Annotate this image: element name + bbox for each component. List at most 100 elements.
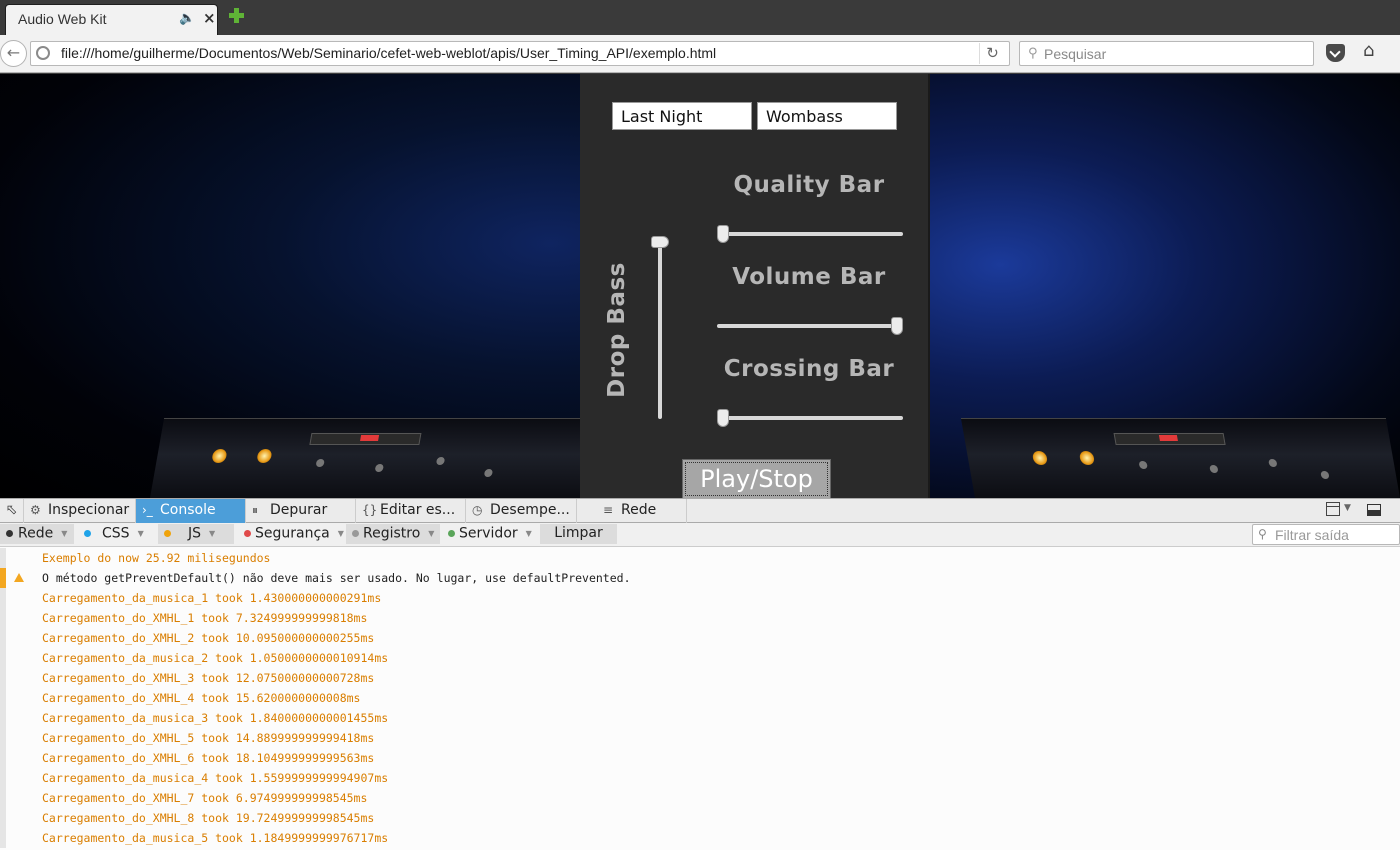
search-input[interactable]: [1044, 44, 1304, 63]
console-filter-bar: Rede ▼ CSS ▼ JS ▼ Segurança ▼ Registro ▼ Serv…: [0, 523, 1400, 547]
console-message-text: Carregamento_da_musica_4 took 1.55999999…: [42, 771, 389, 785]
tab-label: Editar es...: [380, 502, 456, 518]
background-image-right: [930, 74, 1400, 498]
quality-slider[interactable]: [717, 225, 903, 243]
artist-input[interactable]: [757, 102, 897, 130]
chevron-down-icon[interactable]: ▼: [1344, 503, 1351, 513]
player-panel: Quality Bar Volume Bar Crossing Bar Drop…: [580, 74, 930, 498]
chevron-down-icon: ▼: [525, 529, 532, 538]
tab-network[interactable]: ≡ Rede: [577, 499, 687, 523]
drop-bass-slider[interactable]: [651, 236, 669, 419]
tab-performance[interactable]: ◷ Desempe...: [466, 499, 577, 523]
console-log-row: Carregamento_do_XMHL_2 took 10.095000000…: [0, 628, 1400, 648]
chevron-down-icon: ▼: [209, 529, 216, 538]
song-title-input[interactable]: [612, 102, 752, 130]
back-arrow-icon[interactable]: ←: [0, 40, 27, 67]
tab-console[interactable]: ›_ Console: [136, 499, 246, 523]
console-message-text: Carregamento_da_musica_3 took 1.84000000…: [42, 711, 389, 725]
clear-button[interactable]: Limpar: [540, 524, 617, 544]
console-message-text: Carregamento_do_XMHL_2 took 10.095000000…: [42, 631, 375, 645]
address-bar[interactable]: file:///home/guilherme/Documentos/Web/Se…: [30, 41, 1010, 66]
console-message-text: Carregamento_do_XMHL_5 took 14.889999999…: [42, 731, 375, 745]
console-message-text: Carregamento_do_XMHL_6 took 18.104999999…: [42, 751, 375, 765]
filter-label: CSS: [102, 525, 130, 542]
console-message-text: Exemplo do now 25.92 milisegundos: [42, 551, 271, 565]
dj-deck-image-right: [960, 418, 1400, 498]
drop-bass-slider-thumb[interactable]: [651, 236, 669, 248]
pocket-icon[interactable]: [1326, 44, 1345, 62]
net-dot-icon: [6, 530, 13, 537]
filter-output-input[interactable]: [1275, 526, 1397, 543]
tab-label: Console: [160, 502, 216, 518]
filter-logging[interactable]: Registro ▼: [346, 524, 440, 544]
volume-slider-thumb[interactable]: [891, 317, 903, 335]
console-log-row: Carregamento_da_musica_3 took 1.84000000…: [0, 708, 1400, 728]
tab-label: Inspecionar: [48, 502, 130, 518]
console-log-row: Carregamento_do_XMHL_6 took 18.104999999…: [0, 748, 1400, 768]
search-icon: ⚲: [1258, 527, 1267, 541]
chevron-down-icon: ▼: [337, 529, 344, 538]
speaker-icon[interactable]: 🔈: [179, 11, 195, 26]
console-message-text: Carregamento_do_XMHL_7 took 6.9749999999…: [42, 791, 368, 805]
filter-security[interactable]: Segurança ▼: [238, 524, 344, 544]
background-image-left: [0, 74, 595, 498]
dock-toggle-icon[interactable]: [1367, 504, 1381, 516]
volume-slider[interactable]: [717, 317, 903, 335]
tab-style-editor[interactable]: {} Editar es...: [356, 499, 466, 523]
console-message-text: Carregamento_da_musica_1 took 1.43000000…: [42, 591, 382, 605]
tab-strip: Audio Web Kit 🔈 ×: [0, 0, 1400, 35]
console-message-text: O método getPreventDefault() não deve ma…: [42, 571, 631, 585]
split-console-icon[interactable]: [1326, 502, 1340, 516]
tab-debugger[interactable]: ⏸ Depurar: [246, 499, 356, 523]
console-message-text: Carregamento_do_XMHL_8 took 19.724999999…: [42, 811, 375, 825]
filter-output-box[interactable]: ⚲: [1252, 524, 1400, 545]
home-icon[interactable]: ⌂: [1363, 40, 1374, 61]
tab-inspector[interactable]: ⚙ Inspecionar: [24, 499, 136, 523]
console-log-row: Carregamento_da_musica_5 took 1.18499999…: [0, 828, 1400, 848]
crossing-slider-thumb[interactable]: [717, 409, 729, 427]
filter-net[interactable]: Rede ▼: [0, 524, 74, 544]
page-content: Quality Bar Volume Bar Crossing Bar Drop…: [0, 74, 1400, 498]
element-picker-icon[interactable]: ⬁: [0, 499, 24, 523]
server-dot-icon: [448, 530, 455, 537]
quality-slider-thumb[interactable]: [717, 225, 729, 243]
close-tab-icon[interactable]: ×: [203, 9, 216, 27]
devtools-toolbar: ⬁ ⚙ Inspecionar ›_ Console ⏸ Depurar {} Edit…: [0, 498, 1400, 523]
filter-js[interactable]: JS ▼: [158, 524, 234, 544]
console-log-row: Carregamento_do_XMHL_4 took 15.620000000…: [0, 688, 1400, 708]
navigation-bar: ← file:///home/guilherme/Documentos/Web/…: [0, 35, 1400, 73]
volume-bar-label: Volume Bar: [732, 264, 886, 290]
reload-icon[interactable]: ↻: [979, 43, 1005, 64]
network-icon: ≡: [603, 503, 614, 517]
new-tab-plus-icon[interactable]: [228, 7, 246, 25]
chevron-down-icon: ▼: [137, 529, 144, 538]
js-dot-icon: [164, 530, 171, 537]
browser-tab[interactable]: Audio Web Kit 🔈 ×: [5, 4, 218, 35]
console-message-text: Carregamento_do_XMHL_3 took 12.075000000…: [42, 671, 375, 685]
tab-label: Depurar: [270, 502, 328, 518]
play-stop-button[interactable]: Play/Stop: [682, 459, 831, 498]
console-log-row: Carregamento_do_XMHL_8 took 19.724999999…: [0, 808, 1400, 828]
tab-title: Audio Web Kit: [18, 11, 107, 27]
filter-css[interactable]: CSS ▼: [78, 524, 152, 544]
crossing-slider[interactable]: [717, 409, 903, 427]
css-dot-icon: [84, 530, 91, 537]
braces-icon: {}: [362, 503, 378, 517]
url-text[interactable]: file:///home/guilherme/Documentos/Web/Se…: [61, 45, 716, 61]
filter-label: Segurança: [255, 525, 330, 542]
console-log-row: Carregamento_do_XMHL_3 took 12.075000000…: [0, 668, 1400, 688]
console-log-row: Carregamento_da_musica_1 took 1.43000000…: [0, 588, 1400, 608]
search-box[interactable]: ⚲: [1019, 41, 1314, 66]
console-output: Exemplo do now 25.92 milisegundos O métod…: [0, 548, 1400, 850]
filter-label: Registro: [363, 525, 421, 542]
warning-icon: [14, 573, 24, 582]
crossing-bar-label: Crossing Bar: [723, 356, 895, 382]
dj-deck-image-left: [150, 418, 595, 498]
inspector-icon: ⚙: [30, 503, 41, 517]
filter-server[interactable]: Servidor ▼: [442, 524, 536, 544]
console-log-row: Carregamento_da_musica_4 took 1.55999999…: [0, 768, 1400, 788]
tab-label: Rede: [621, 502, 657, 518]
console-warning-row: O método getPreventDefault() não deve ma…: [0, 568, 1400, 588]
site-info-icon[interactable]: [36, 46, 50, 60]
console-message-text: Carregamento_do_XMHL_1 took 7.3249999999…: [42, 611, 368, 625]
